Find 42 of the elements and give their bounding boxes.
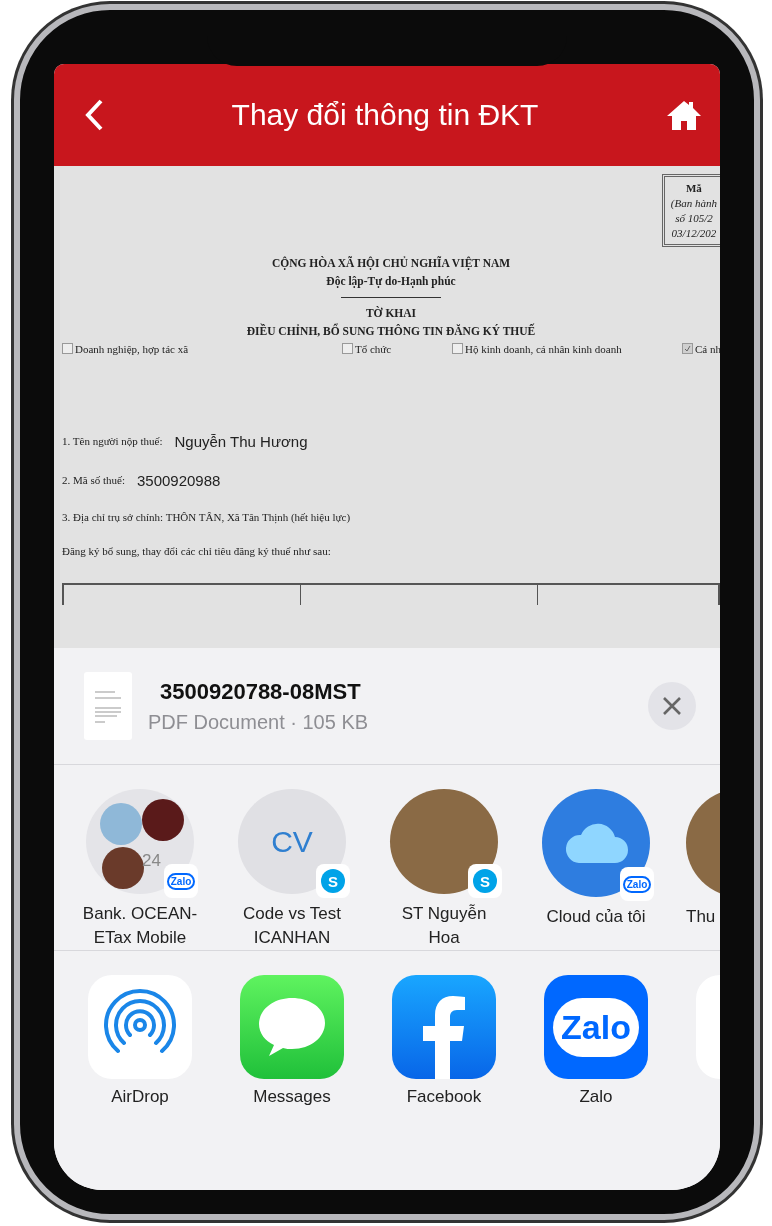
photo-placeholder xyxy=(100,803,142,845)
photo-placeholder xyxy=(142,799,184,841)
home-button[interactable] xyxy=(666,99,702,131)
field-label: 3. Địa chỉ trụ sở chính: THÔN TÂN, Xã Tân Thịnh (hết hiệu lực) xyxy=(62,510,351,523)
back-button[interactable] xyxy=(84,98,104,132)
document-title: TỜ KHAI xyxy=(364,305,418,321)
form-code-text: 03/12/202 xyxy=(670,225,717,241)
document-heading: Độc lập-Tự do-Hạnh phúc xyxy=(325,274,457,290)
share-contact[interactable]: CV S Code vs Test ICANHAN xyxy=(230,789,354,950)
zalo-badge: Zalo xyxy=(622,875,652,893)
document-heading: CỘNG HÒA XÃ HỘI CHỦ NGHĨA VIỆT NAM xyxy=(270,255,512,272)
zalo-badge: Zalo xyxy=(166,872,196,890)
document-note: Đăng ký bổ sung, thay đổi các chỉ tiêu đăng ký thuế như sau: xyxy=(62,544,331,557)
file-name: 3500920788-08MST xyxy=(159,678,362,705)
share-contact[interactable]: S ST Nguyễn Hoa xyxy=(382,789,506,950)
checkbox-label: Cá nh xyxy=(695,342,720,355)
field-label: 2. Mã số thuế: xyxy=(62,474,125,487)
share-contact[interactable]: 24 Zalo Bank. OCEAN-ETax Mobile xyxy=(78,789,202,950)
document-thumbnail xyxy=(84,672,132,740)
close-button[interactable] xyxy=(648,682,696,730)
file-info: PDF Document · 105 KB xyxy=(148,710,370,734)
member-count: 24 xyxy=(142,851,161,871)
document-title: ĐIỀU CHỈNH, BỔ SUNG THÔNG TIN ĐĂNG KÝ THUẾ xyxy=(245,322,537,340)
checkbox-label: Doanh nghiệp, hợp tác xã xyxy=(75,342,189,355)
checkbox-label: Hộ kinh doanh, cá nhân kinh doanh xyxy=(465,342,622,355)
skype-badge: S xyxy=(473,869,497,894)
zalo-logo: Zalo xyxy=(553,997,639,1057)
field-label: 1. Tên người nộp thuế: xyxy=(62,435,163,448)
share-contact[interactable]: Zalo Cloud của tôi xyxy=(534,789,658,950)
checkbox-label: Tổ chức xyxy=(355,342,392,355)
field-value: Nguyễn Thu Hương xyxy=(174,432,308,450)
form-code-text: số 105/2 xyxy=(674,210,714,226)
close-icon xyxy=(661,695,683,717)
form-code-text: (Ban hành xyxy=(670,195,717,211)
field-value: 3500920988 xyxy=(136,471,221,489)
photo-placeholder xyxy=(102,847,144,889)
avatar-initials: CV xyxy=(271,824,313,859)
skype-badge: S xyxy=(321,869,345,894)
cloud-icon xyxy=(563,821,629,865)
screen-title: Thay đổi thông tin ĐKT xyxy=(231,98,539,132)
share-contact[interactable]: Thu xyxy=(686,789,720,950)
form-code-text: Mẫ xyxy=(685,181,703,196)
